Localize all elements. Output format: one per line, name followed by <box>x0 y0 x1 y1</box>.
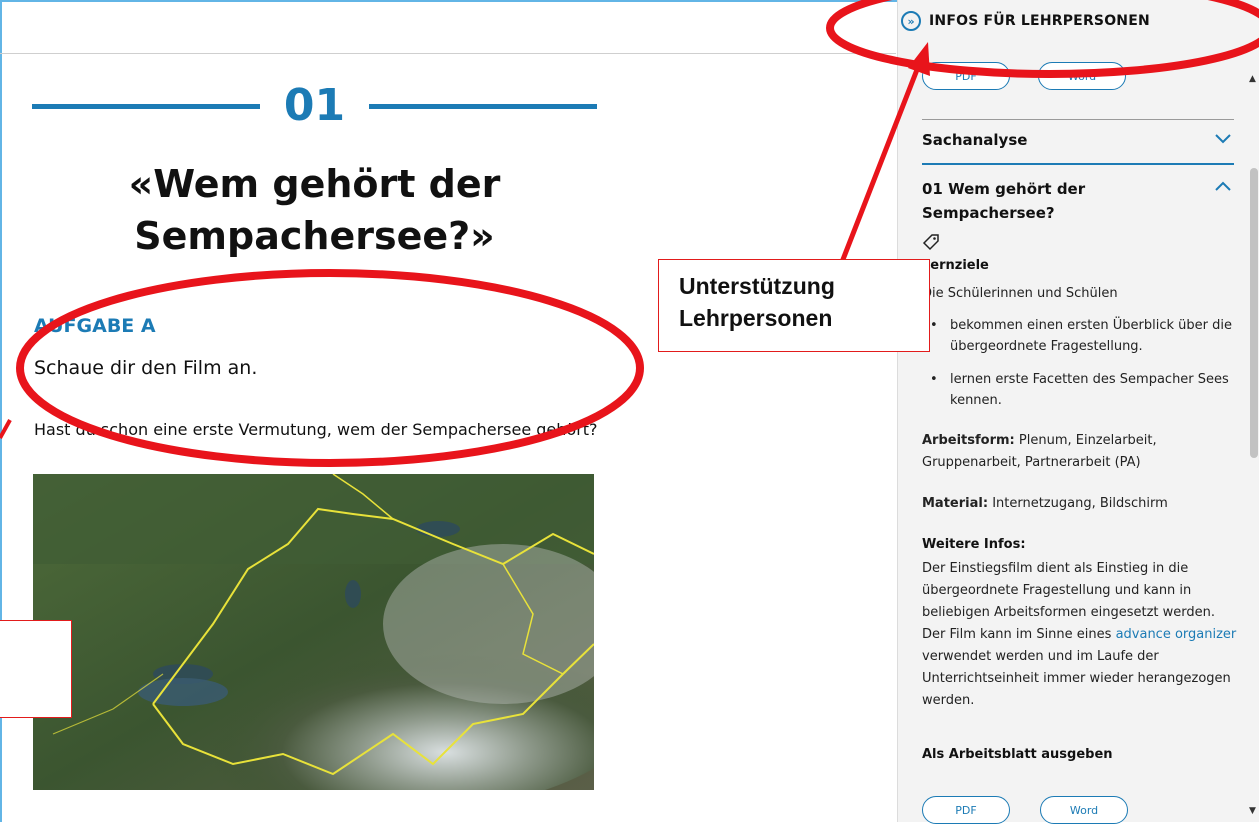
arbeitsform-label: Arbeitsform: <box>922 433 1015 448</box>
weitere-line-3: beliebigen Arbeitsformen eingesetzt werd… <box>922 605 1215 620</box>
chevron-down-icon[interactable] <box>1214 130 1232 149</box>
infos-lehrpersonen-toggle[interactable]: » INFOS FÜR LEHRPERSONEN <box>901 11 1150 31</box>
sidebar-divider <box>922 119 1234 120</box>
arbeitsform-value-2: Gruppenarbeit, Partnerarbeit (PA) <box>922 455 1141 470</box>
lernziele-heading: Lernziele <box>922 258 989 273</box>
sidebar-scrollbar-thumb[interactable] <box>1250 168 1258 458</box>
lernziel-bullet-2-text: lernen erste Facetten des Sempacher Sees… <box>950 372 1229 408</box>
weitere-line-4: Der Film kann im Sinne eines advance org… <box>922 624 1242 646</box>
weitere-line-7: werden. <box>922 693 975 708</box>
number-rule-right <box>369 104 597 109</box>
weitere-infos-text: Der Einstiegsfilm dient als Einstieg in … <box>922 558 1242 712</box>
scroll-up-icon[interactable]: ▲ <box>1249 74 1256 84</box>
pdf-button-bottom[interactable]: PDF <box>922 796 1010 824</box>
lesson-title-line-1: «Wem gehört der <box>128 162 501 206</box>
arbeitsblatt-heading: Als Arbeitsblatt ausgeben <box>922 747 1113 762</box>
weitere-line-2: übergeordnete Fragestellung und kann in <box>922 583 1192 598</box>
weitere-line-6: Unterrichtseinheit immer wieder herangez… <box>922 671 1231 686</box>
material: Material: Internetzugang, Bildschirm <box>922 493 1242 515</box>
weitere-infos-heading: Weitere Infos: <box>922 537 1026 552</box>
lesson-title: «Wem gehört der Sempachersee?» <box>32 158 597 262</box>
accordion-sachanalyse-label: Sachanalyse <box>922 131 1028 149</box>
header-divider <box>0 53 896 54</box>
lernziel-bullet-1-text: bekommen einen ersten Überblick über die… <box>950 318 1232 354</box>
accordion-sachanalyse[interactable]: Sachanalyse <box>922 131 1234 149</box>
arbeitsform-value: Plenum, Einzelarbeit, <box>1018 433 1157 448</box>
annotation-left-box <box>0 620 72 718</box>
section-title-line-2: Sempachersee? <box>922 204 1055 222</box>
infos-lehrpersonen-label: INFOS FÜR LEHRPERSONEN <box>929 13 1150 29</box>
task-question: Hast du schon eine erste Vermutung, wem … <box>34 420 598 439</box>
switzerland-satellite-map[interactable] <box>33 474 594 790</box>
lernziel-bullet-1: • bekommen einen ersten Überblick über d… <box>930 315 1240 359</box>
chevron-up-icon[interactable] <box>1214 178 1232 197</box>
weitere-line-5: verwendet werden und im Laufe der <box>922 649 1159 664</box>
annotation-label: Unterstützung Lehrpersonen <box>658 259 930 352</box>
pdf-button-top[interactable]: PDF <box>922 62 1010 90</box>
annotation-line-1: Unterstützung <box>679 273 835 299</box>
weitere-line-1: Der Einstiegsfilm dient als Einstieg in … <box>922 561 1189 576</box>
word-button-bottom[interactable]: Word <box>1040 796 1128 824</box>
section-title-line-1: 01 Wem gehört der <box>922 180 1086 198</box>
lesson-title-line-2: Sempachersee?» <box>134 214 495 258</box>
task-text: Schaue dir den Film an. <box>34 357 258 379</box>
lernziel-bullet-2: • lernen erste Facetten des Sempacher Se… <box>930 369 1240 413</box>
arbeitsform: Arbeitsform: Plenum, Einzelarbeit, Grupp… <box>922 430 1242 474</box>
tag-icon[interactable] <box>922 233 940 251</box>
word-button-top[interactable]: Word <box>1038 62 1126 90</box>
advance-organizer-link[interactable]: advance organizer <box>1116 627 1237 642</box>
annotation-line-2: Lehrpersonen <box>679 305 833 331</box>
map-graphic <box>33 474 594 790</box>
material-value: Internetzugang, Bildschirm <box>992 496 1168 511</box>
accordion-section-01[interactable]: 01 Wem gehört der Sempachersee? <box>922 177 1234 225</box>
scroll-down-icon[interactable]: ▼ <box>1249 806 1256 816</box>
double-chevron-icon: » <box>901 11 921 31</box>
task-label: AUFGABE A <box>34 315 156 337</box>
material-label: Material: <box>922 496 989 511</box>
lesson-number-block: 01 <box>32 78 597 134</box>
weitere-line-4-text: Der Film kann im Sinne eines <box>922 627 1112 642</box>
lernziele-intro: Die Schülerinnen und Schülen <box>922 286 1118 301</box>
accordion-active-divider <box>922 163 1234 165</box>
